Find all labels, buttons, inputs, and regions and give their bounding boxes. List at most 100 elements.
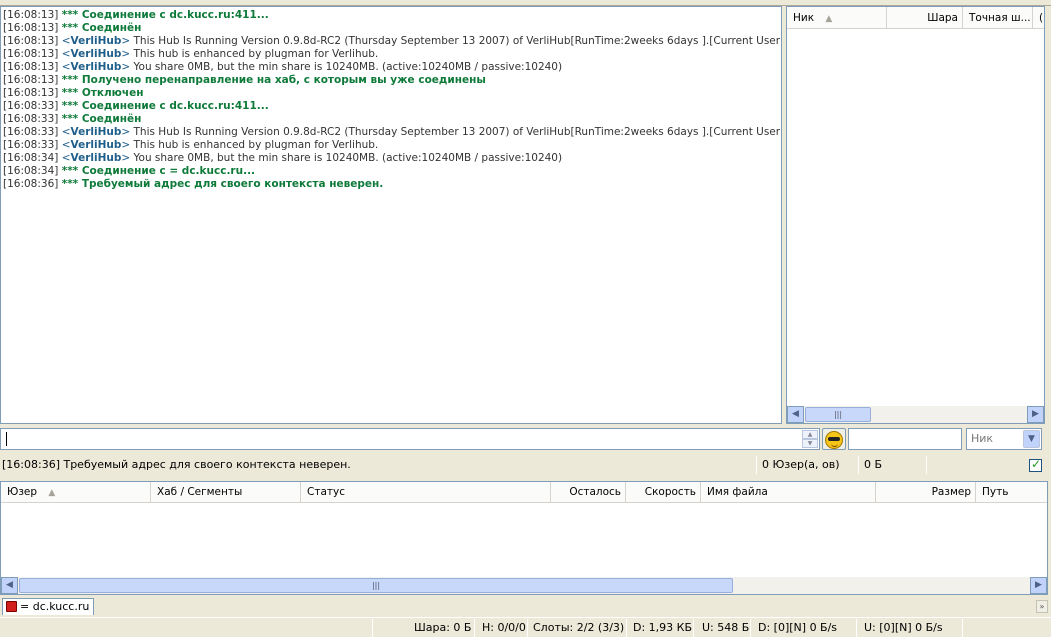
column-exact-share[interactable]: Точная ш... <box>963 7 1033 29</box>
tab-hub[interactable]: = dc.kucc.ru <box>2 598 95 615</box>
chat-timestamp: [16:08:33] <box>3 113 59 125</box>
nick-bracket: > <box>121 139 134 151</box>
hub-cube-icon <box>6 601 17 612</box>
chat-nick[interactable]: VerliHub <box>71 35 122 47</box>
column-size[interactable]: Размер <box>876 482 976 503</box>
scroll-left-icon[interactable]: ◀ <box>787 406 804 423</box>
scroll-left-icon[interactable]: ◀ <box>1 577 18 594</box>
user-list-hscrollbar[interactable]: ◀ ||| ▶ <box>787 406 1044 423</box>
chat-timestamp: [16:08:36] <box>3 178 59 190</box>
chat-line: [16:08:13] <VerliHub> This hub is enhanc… <box>3 48 779 61</box>
nick-bracket: > <box>121 48 134 60</box>
scroll-right-icon[interactable]: ▶ <box>1030 577 1047 594</box>
system-message: *** Соединение с dc.kucc.ru:411... <box>61 9 269 21</box>
text-caret <box>6 432 7 446</box>
divider <box>527 619 528 637</box>
user-list-header: Ник ▲ Шара Точная ш... ( <box>787 7 1044 29</box>
status-downloaded: D: 1,93 КБ <box>633 621 693 634</box>
chat-nick[interactable]: VerliHub <box>71 126 122 138</box>
nick-bracket: < <box>61 126 71 138</box>
chat-message: This hub is enhanced by plugman for Verl… <box>133 139 379 151</box>
chat-nick[interactable]: VerliHub <box>71 61 122 73</box>
message-input[interactable] <box>0 428 820 450</box>
divider <box>626 619 627 637</box>
column-share[interactable]: Шара <box>887 7 963 29</box>
column-path[interactable]: Путь <box>976 482 1047 503</box>
chat-line: [16:08:13] <VerliHub> You share 0MB, but… <box>3 61 779 74</box>
hub-status-bar: [16:08:36] Требуемый адрес для своего ко… <box>0 453 1051 477</box>
chat-line: [16:08:34] *** Соединение с = dc.kucc.ru… <box>3 165 779 178</box>
user-count: 0 Юзер(а, ов) <box>762 458 840 471</box>
column-remaining[interactable]: Осталось <box>551 482 626 503</box>
nick-bracket: < <box>61 48 71 60</box>
column-filename[interactable]: Имя файла <box>701 482 876 503</box>
column-user-label: Юзер <box>7 486 38 498</box>
sort-up-icon: ▲ <box>825 14 833 24</box>
chat-nick[interactable]: VerliHub <box>71 152 122 164</box>
column-hub-segments[interactable]: Хаб / Сегменты <box>151 482 301 503</box>
transfer-list[interactable]: Юзер ▲ Хаб / Сегменты Статус Осталось Ск… <box>0 481 1048 595</box>
window-tab-bar: = dc.kucc.ru » <box>0 597 1051 616</box>
divider <box>750 619 751 637</box>
tab-hub-label: = dc.kucc.ru <box>20 600 90 613</box>
chat-timestamp: [16:08:13] <box>3 22 59 34</box>
last-status-message: [16:08:36] Требуемый адрес для своего ко… <box>2 458 351 471</box>
chat-line: [16:08:13] *** Отключен <box>3 87 779 100</box>
nick-bracket: < <box>61 152 71 164</box>
column-speed[interactable]: Скорость <box>626 482 701 503</box>
nick-bracket: > <box>121 126 134 138</box>
column-nick[interactable]: Ник ▲ <box>787 7 887 29</box>
tab-scroll-icon[interactable]: » <box>1036 600 1048 613</box>
user-list[interactable]: Ник ▲ Шара Точная ш... ( ◀ ||| ▶ <box>786 6 1045 424</box>
checkbox-check-icon[interactable] <box>1029 457 1042 472</box>
chat-timestamp: [16:08:13] <box>3 61 59 73</box>
divider <box>856 619 857 637</box>
hub-share: 0 Б <box>864 458 883 471</box>
scroll-right-icon[interactable]: ▶ <box>1027 406 1044 423</box>
chat-line: [16:08:36] *** Требуемый адрес для своег… <box>3 178 779 191</box>
chat-timestamp: [16:08:34] <box>3 152 59 164</box>
column-status[interactable]: Статус <box>301 482 551 503</box>
divider <box>962 619 963 637</box>
input-spinner[interactable]: ▲ ▼ <box>802 430 818 448</box>
sort-up-icon: ▲ <box>48 488 56 498</box>
column-user[interactable]: Юзер ▲ <box>1 482 151 503</box>
chat-timestamp: [16:08:13] <box>3 87 59 99</box>
chat-log[interactable]: [16:08:13] *** Соединение с dc.kucc.ru:4… <box>0 6 782 424</box>
chat-nick[interactable]: VerliHub <box>71 48 122 60</box>
spin-up-icon[interactable]: ▲ <box>802 430 818 439</box>
spin-down-icon[interactable]: ▼ <box>802 439 818 448</box>
main-status-bar: Шара: 0 Б Н: 0/0/0 Слоты: 2/2 (3/3) D: 1… <box>0 617 1051 637</box>
nick-bracket: < <box>61 139 71 151</box>
nick-bracket: > <box>121 35 134 47</box>
emoticon-button[interactable] <box>822 428 846 450</box>
system-message: *** Соединён <box>61 113 142 125</box>
chat-line: [16:08:33] *** Соединение с dc.kucc.ru:4… <box>3 100 779 113</box>
system-message: *** Получено перенаправление на хаб, с к… <box>61 74 486 86</box>
chat-timestamp: [16:08:34] <box>3 165 59 177</box>
chat-timestamp: [16:08:33] <box>3 126 59 138</box>
status-upload-speed: U: [0][N] 0 Б/s <box>864 621 943 634</box>
nick-bracket: < <box>61 61 71 73</box>
chat-timestamp: [16:08:13] <box>3 9 59 21</box>
chat-message: This hub is enhanced by plugman for Verl… <box>133 48 379 60</box>
user-filter-input[interactable] <box>848 428 962 450</box>
chat-line: [16:08:34] <VerliHub> You share 0MB, but… <box>3 152 779 165</box>
system-message: *** Требуемый адрес для своего контекста… <box>61 178 384 190</box>
nick-bracket: > <box>121 61 134 73</box>
scroll-thumb[interactable]: ||| <box>19 578 733 593</box>
transfer-list-hscrollbar[interactable]: ◀ ||| ▶ <box>1 577 1047 594</box>
column-more[interactable]: ( <box>1033 7 1044 29</box>
status-download-speed: D: [0][N] 0 Б/s <box>758 621 838 634</box>
chat-message: This Hub Is Running Version 0.9.8d-RC2 (… <box>133 35 782 47</box>
dropdown-arrow-icon[interactable]: ▼ <box>1023 430 1040 448</box>
scroll-thumb[interactable]: ||| <box>805 407 871 422</box>
filter-column-value: Ник <box>971 432 994 445</box>
status-uploaded: U: 548 Б <box>702 621 750 634</box>
system-message: *** Отключен <box>61 87 144 99</box>
chat-timestamp: [16:08:13] <box>3 74 59 86</box>
filter-column-select[interactable]: Ник ▼ <box>966 428 1042 450</box>
chat-line: [16:08:33] *** Соединён <box>3 113 779 126</box>
chat-nick[interactable]: VerliHub <box>71 139 122 151</box>
smiley-icon <box>825 431 843 449</box>
